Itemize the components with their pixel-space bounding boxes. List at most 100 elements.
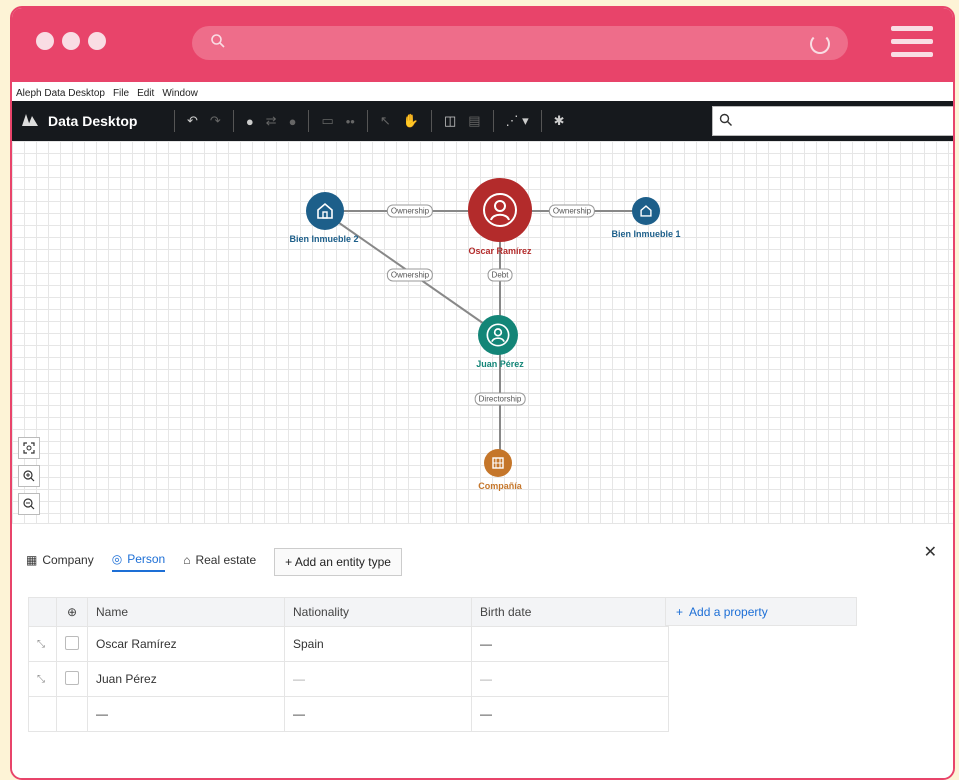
- node-label: Bien Inmueble 2: [289, 234, 359, 244]
- browser-window: Aleph Data Desktop File Edit Window Data…: [10, 6, 955, 780]
- tab-company[interactable]: ▦ Company: [26, 553, 94, 571]
- table-row[interactable]: ⤡ Juan Pérez — —: [28, 661, 669, 697]
- ungroup-icon[interactable]: ••: [346, 114, 355, 129]
- toolbar-divider: [174, 110, 175, 132]
- company-icon: [492, 457, 504, 469]
- table-cell: [28, 696, 57, 732]
- add-column-icon[interactable]: ⊕: [56, 597, 88, 627]
- add-edge-icon[interactable]: ⇄: [266, 113, 277, 129]
- toolbar-divider: [308, 110, 310, 132]
- toolbar-divider: [492, 110, 494, 132]
- tab-label: Real estate: [195, 553, 257, 567]
- search-icon: [211, 34, 225, 48]
- table-cell: [56, 696, 88, 732]
- redo-icon[interactable]: ↷: [210, 113, 221, 129]
- menu-edit[interactable]: Edit: [137, 88, 154, 99]
- entity-table-panel: ▦ Company ◎ Person ⌂ Real estate + Add a…: [12, 523, 953, 778]
- undo-icon[interactable]: ↶: [187, 113, 198, 129]
- graph-search-input[interactable]: [712, 106, 953, 136]
- edge-label-debt[interactable]: Debt: [487, 268, 513, 282]
- column-header-nationality[interactable]: Nationality: [284, 597, 472, 627]
- sidebar-view-icon[interactable]: ◫: [444, 113, 456, 129]
- group-icon[interactable]: ▭: [321, 113, 333, 129]
- menu-window[interactable]: Window: [162, 88, 198, 99]
- node-company[interactable]: [484, 449, 512, 477]
- search-icon: [719, 113, 732, 126]
- node-person[interactable]: [468, 178, 532, 242]
- plus-icon: +: [676, 604, 684, 619]
- app-name: Aleph Data Desktop: [16, 87, 105, 99]
- add-entity-type-label: Add an entity type: [294, 555, 391, 569]
- browser-chrome: [12, 8, 953, 82]
- edge-label-ownership[interactable]: Ownership: [386, 268, 434, 282]
- cell-name[interactable]: Oscar Ramírez: [87, 626, 285, 662]
- cell-name[interactable]: —: [87, 696, 285, 732]
- graph-canvas[interactable]: Ownership Ownership Ownership Debt Direc…: [12, 141, 953, 523]
- tab-person[interactable]: ◎ Person: [111, 552, 166, 572]
- pan-hand-icon[interactable]: ✋: [403, 113, 419, 129]
- node-label: Compañía: [478, 481, 522, 491]
- column-header-birth-date[interactable]: Birth date: [471, 597, 669, 627]
- row-checkbox[interactable]: [56, 626, 88, 662]
- window-controls: [36, 32, 106, 50]
- plus-icon: +: [285, 555, 293, 569]
- home-icon: [317, 202, 333, 219]
- row-checkbox[interactable]: [56, 661, 88, 697]
- home-icon: [640, 205, 652, 217]
- zoom-out-icon[interactable]: [18, 493, 40, 515]
- cell-birth-date[interactable]: —: [471, 661, 669, 697]
- person-icon: [483, 193, 517, 227]
- menu-file[interactable]: File: [113, 88, 129, 99]
- select-icon[interactable]: ↖: [380, 113, 391, 129]
- table-header-row: ⊕ Name Nationality Birth date: [28, 597, 669, 627]
- company-icon: ▦: [26, 553, 38, 567]
- toolbar-divider: [366, 110, 368, 132]
- cell-name[interactable]: Juan Pérez: [87, 661, 285, 697]
- node-real-estate[interactable]: [632, 197, 660, 225]
- app-toolbar: Data Desktop ↶ ↷ ● ⇄ ● ▭ •• ↖ ✋ ◫ ▤ ⋰ ▾ …: [12, 101, 953, 141]
- table-row[interactable]: — — —: [28, 696, 669, 732]
- person-icon: [486, 323, 510, 347]
- tab-label: Person: [127, 552, 166, 566]
- entity-table: ⊕ Name Nationality Birth date ⤡ Oscar Ra…: [28, 597, 669, 732]
- cell-birth-date[interactable]: —: [471, 696, 669, 732]
- add-entity-type-button[interactable]: + Add an entity type: [274, 548, 402, 576]
- layout-icon[interactable]: ⋰ ▾: [506, 113, 529, 129]
- node-person[interactable]: [478, 315, 518, 355]
- close-icon[interactable]: ✕: [924, 542, 937, 562]
- cell-nationality[interactable]: Spain: [284, 626, 472, 662]
- edge-label-ownership[interactable]: Ownership: [386, 204, 434, 218]
- settings-gear-icon[interactable]: ✱: [554, 113, 565, 129]
- expand-icon[interactable]: ⤡: [28, 661, 57, 697]
- add-property-button[interactable]: + Add a property: [665, 597, 857, 626]
- window-dot[interactable]: [62, 32, 80, 50]
- node-label: Oscar Ramírez: [468, 246, 532, 256]
- node-real-estate[interactable]: [306, 192, 344, 230]
- node-label: Bien Inmueble 1: [611, 229, 681, 239]
- address-bar[interactable]: [192, 26, 848, 60]
- add-property-label: Add a property: [689, 604, 768, 619]
- cell-nationality[interactable]: —: [284, 696, 472, 732]
- add-entity-icon[interactable]: ●: [246, 114, 254, 129]
- home-icon: ⌂: [183, 553, 191, 567]
- column-header-name[interactable]: Name: [87, 597, 285, 627]
- hamburger-menu-icon[interactable]: [891, 26, 933, 65]
- edge-label-ownership[interactable]: Ownership: [548, 204, 596, 218]
- edge-label-directorship[interactable]: Directorship: [474, 392, 526, 406]
- aleph-logo-icon: [22, 114, 38, 126]
- cell-nationality[interactable]: —: [284, 661, 472, 697]
- expand-icon[interactable]: ⤡: [28, 626, 57, 662]
- window-dot[interactable]: [88, 32, 106, 50]
- fit-to-screen-icon[interactable]: [18, 437, 40, 459]
- menu-bar: Aleph Data Desktop File Edit Window: [12, 84, 953, 102]
- entity-type-tabs: ▦ Company ◎ Person ⌂ Real estate + Add a…: [26, 548, 402, 576]
- person-icon: ◎: [111, 552, 123, 566]
- tab-real-estate[interactable]: ⌂ Real estate: [183, 553, 256, 571]
- remove-entity-icon[interactable]: ●: [289, 114, 297, 129]
- table-row[interactable]: ⤡ Oscar Ramírez Spain —: [28, 626, 669, 662]
- window-dot[interactable]: [36, 32, 54, 50]
- cell-birth-date[interactable]: —: [471, 626, 669, 662]
- zoom-in-icon[interactable]: [18, 465, 40, 487]
- reload-icon[interactable]: [810, 34, 830, 54]
- table-view-icon[interactable]: ▤: [468, 113, 480, 129]
